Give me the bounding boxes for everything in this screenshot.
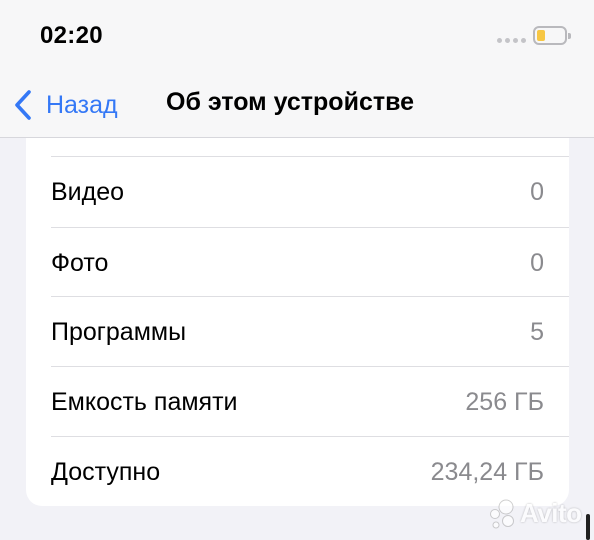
screen: 02:20 Назад Об этом устройстве Видео 0 Ф… — [0, 0, 594, 540]
row-value: 5 — [530, 318, 544, 346]
avito-watermark: Avito — [486, 496, 586, 532]
row-label: Видео — [51, 178, 125, 206]
battery-icon — [533, 26, 571, 45]
row-value: 0 — [530, 178, 544, 206]
device-info-list: Видео 0 Фото 0 Программы 5 Емкость памят… — [26, 138, 569, 506]
battery-level — [537, 30, 545, 41]
status-time: 02:20 — [40, 22, 103, 49]
watermark-text: Avito — [520, 498, 582, 528]
list-row-photo[interactable]: Фото 0 — [26, 228, 569, 298]
page-title: Об этом устройстве — [166, 88, 415, 116]
navigation-bar: Назад Об этом устройстве — [0, 72, 594, 138]
avito-logo-icon — [490, 499, 514, 529]
cellular-signal-icon — [497, 38, 526, 43]
list-row-video[interactable]: Видео 0 — [26, 157, 569, 227]
row-label: Емкость памяти — [51, 388, 238, 416]
scroll-indicator[interactable] — [586, 514, 590, 540]
back-button[interactable]: Назад — [12, 86, 118, 124]
row-value: 256 ГБ — [465, 388, 544, 416]
chevron-left-icon — [15, 90, 31, 120]
list-row-capacity[interactable]: Емкость памяти 256 ГБ — [26, 367, 569, 437]
list-row-apps[interactable]: Программы 5 — [26, 297, 569, 367]
row-label: Доступно — [51, 458, 161, 486]
row-label: Программы — [51, 318, 187, 346]
list-row-partial — [26, 138, 569, 156]
row-value: 0 — [530, 249, 544, 277]
status-bar: 02:20 — [0, 0, 594, 72]
back-button-label: Назад — [46, 90, 118, 119]
row-label: Фото — [51, 249, 109, 277]
